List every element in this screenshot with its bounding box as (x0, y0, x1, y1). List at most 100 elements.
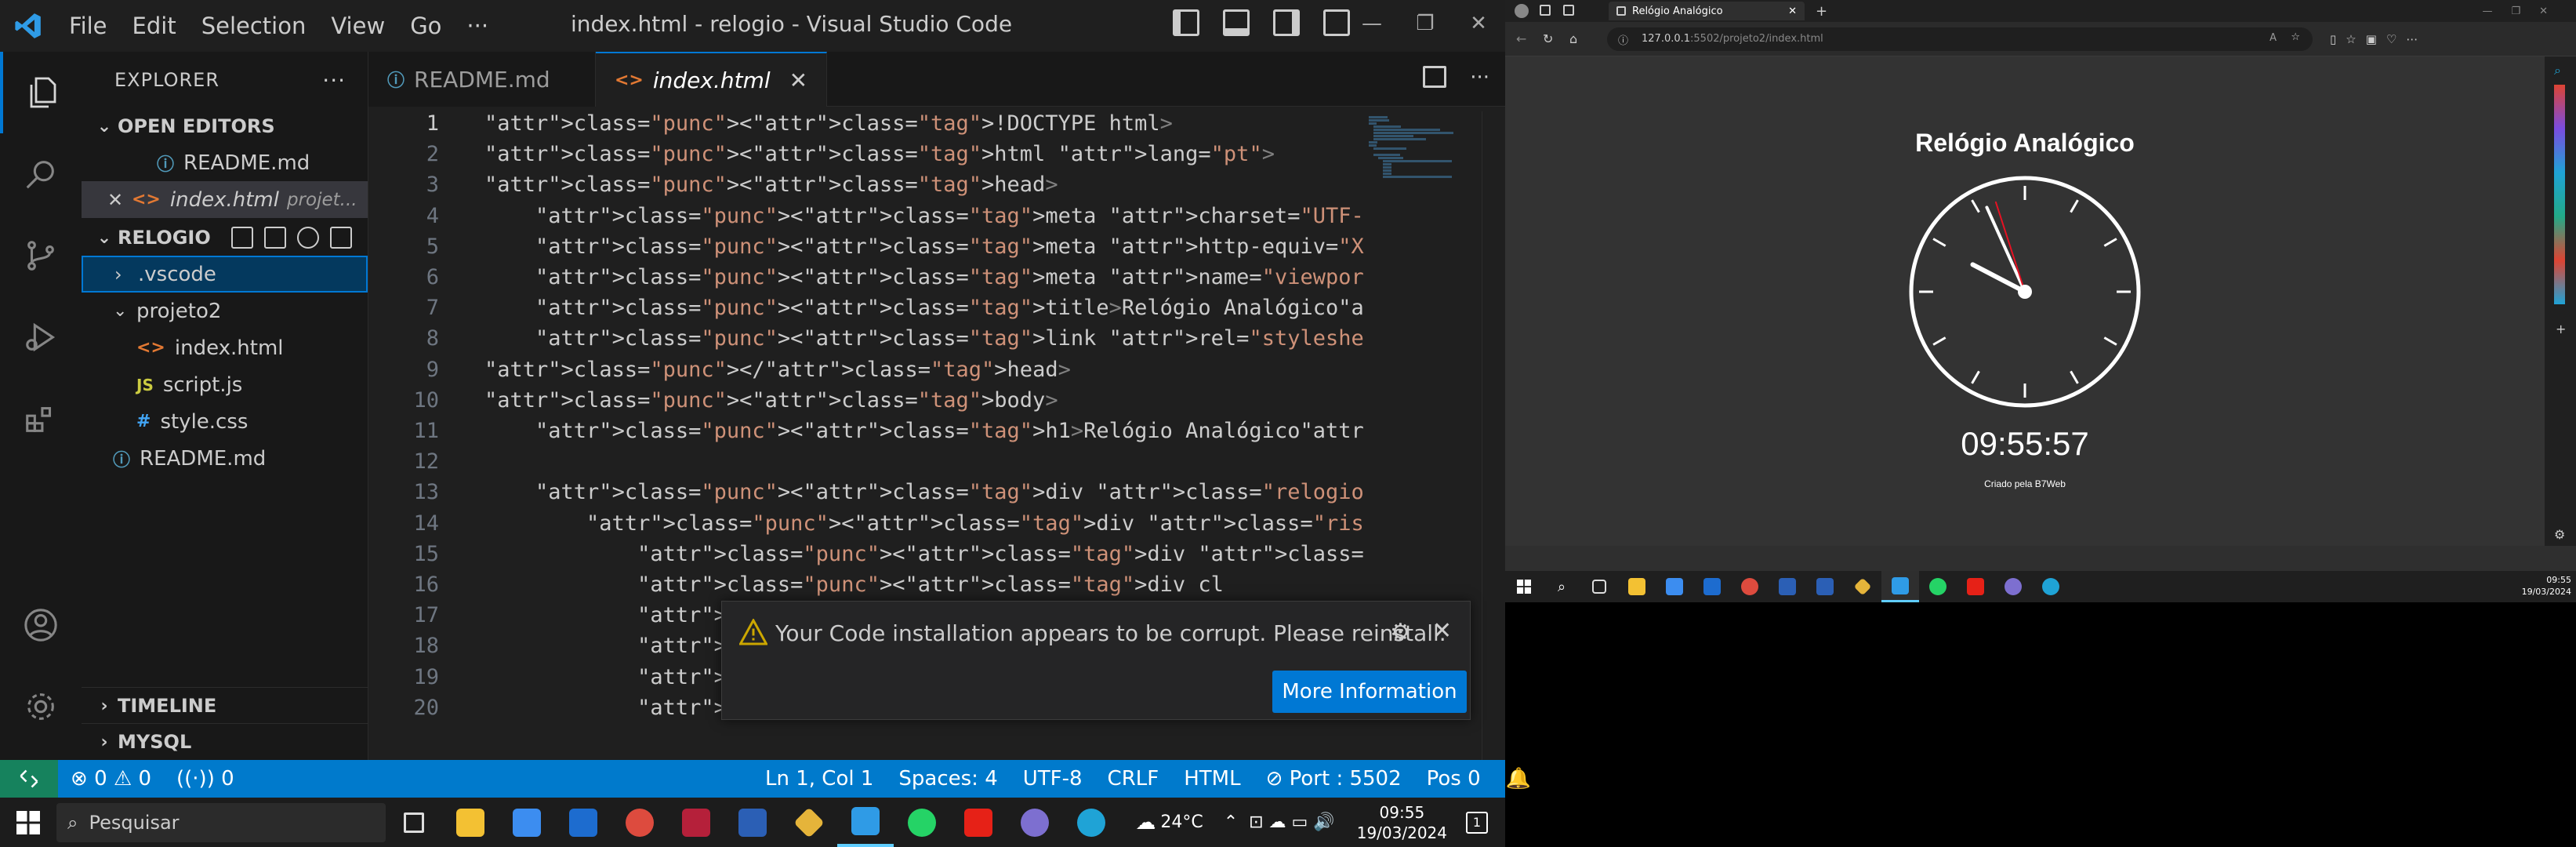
read-aloud-icon[interactable]: A (2269, 32, 2277, 44)
source-control-icon[interactable] (0, 215, 82, 296)
more-actions-icon[interactable]: ··· (1470, 66, 1489, 89)
task-view-icon[interactable] (1580, 571, 1618, 602)
new-tab-icon[interactable]: + (1816, 3, 1827, 20)
menu-more[interactable]: ··· (454, 13, 501, 39)
tree-item-readme[interactable]: ⓘ README.md (82, 440, 368, 477)
app-icon[interactable] (668, 798, 724, 847)
toggle-panel-icon[interactable] (1223, 9, 1250, 36)
vscode-taskbar-icon[interactable] (837, 798, 894, 847)
chevron-up-icon[interactable]: ⌃ (1224, 812, 1238, 832)
youtube-icon[interactable] (1957, 571, 1994, 602)
browser-window-controls[interactable]: —❐✕ (2482, 5, 2567, 17)
weather-temp[interactable]: 24°C (1160, 812, 1203, 832)
close-editor-icon[interactable]: ✕ (99, 189, 132, 211)
chrome-icon[interactable] (1731, 571, 1769, 602)
tree-item-index-html[interactable]: <> index.html (82, 329, 368, 366)
taskbar-clock[interactable]: 09:55 19/03/2024 (1343, 802, 1461, 843)
indentation[interactable]: Spaces: 4 (886, 767, 1010, 791)
notification-settings-gear-icon[interactable]: ⚙ (1390, 619, 1411, 646)
edge-icon[interactable] (1063, 798, 1119, 847)
workspaces-icon[interactable] (1540, 5, 1551, 16)
tree-item-style-css[interactable]: # style.css (82, 403, 368, 440)
editor-scrollbar[interactable] (1482, 111, 1504, 760)
accounts-icon[interactable] (0, 584, 82, 666)
tree-item-script-js[interactable]: JS script.js (82, 366, 368, 403)
collapse-all-icon[interactable] (330, 227, 352, 249)
live-server-port[interactable]: ⊘ Port : 5502 (1254, 767, 1414, 791)
timeline-section[interactable]: › TIMELINE (82, 688, 368, 724)
word-icon[interactable] (1806, 571, 1844, 602)
whatsapp-icon[interactable] (894, 798, 950, 847)
git-tool-icon[interactable] (1844, 571, 1881, 602)
notifications-bell-icon[interactable]: 🔔 (1493, 767, 1544, 791)
store-icon[interactable] (1656, 571, 1693, 602)
run-debug-icon[interactable] (0, 296, 82, 378)
windows-start-icon[interactable] (0, 810, 56, 834)
more-information-button[interactable]: More Information (1272, 671, 1467, 713)
manage-gear-icon[interactable] (0, 666, 82, 747)
close-window-icon[interactable]: ✕ (1452, 0, 1505, 52)
tree-item-projeto2[interactable]: ⌄ projeto2 (82, 293, 368, 329)
taskbar-search[interactable]: ⌕ Pesquisar (56, 802, 386, 842)
file-encoding[interactable]: UTF-8 (1010, 767, 1095, 791)
new-file-icon[interactable] (231, 227, 253, 249)
ports-indicator[interactable]: ((·)) 0 (164, 767, 247, 791)
task-view-icon[interactable] (386, 798, 442, 847)
app-icon[interactable] (1994, 571, 2032, 602)
vscode-taskbar-icon[interactable] (1881, 571, 1919, 602)
app-icon[interactable] (1007, 798, 1063, 847)
notification-close-icon[interactable]: ✕ (1432, 617, 1452, 645)
search-icon[interactable]: ⌕ (2554, 63, 2561, 78)
chrome-icon[interactable] (611, 798, 668, 847)
search-icon[interactable]: ⌕ (1543, 571, 1580, 602)
open-editor-index[interactable]: ✕ <> index.html projet... (82, 181, 368, 218)
search-icon[interactable] (0, 133, 82, 215)
git-tool-icon[interactable] (781, 798, 837, 847)
notification-center-icon[interactable]: 1 (1461, 811, 1505, 834)
edge-icon[interactable] (2032, 571, 2070, 602)
add-sidebar-app-icon[interactable]: + (2556, 322, 2566, 336)
cursor-position[interactable]: Ln 1, Col 1 (753, 767, 886, 791)
store-icon[interactable] (499, 798, 555, 847)
tab-index-html[interactable]: <> index.html ✕ (596, 52, 828, 107)
language-mode[interactable]: HTML (1171, 767, 1253, 791)
mail-icon[interactable] (1693, 571, 1731, 602)
home-icon[interactable]: ⌂ (1569, 31, 1577, 46)
sidebar-settings-gear-icon[interactable]: ⚙ (2554, 527, 2565, 542)
tab-actions-icon[interactable] (1563, 5, 1574, 16)
explorer-icon[interactable] (0, 52, 82, 133)
back-icon[interactable]: ← (1516, 31, 1526, 46)
address-bar[interactable]: ⓘ 127.0.0.1:5502/projeto2/index.html A ☆ (1607, 27, 2313, 51)
end-of-line[interactable]: CRLF (1095, 767, 1172, 791)
minimize-icon[interactable]: — (1345, 0, 1399, 52)
extensions-icon[interactable] (0, 378, 82, 460)
whatsapp-icon[interactable] (1919, 571, 1957, 602)
tree-item-vscode[interactable]: › .vscode (82, 256, 368, 293)
refresh-icon[interactable] (297, 227, 319, 249)
new-folder-icon[interactable] (264, 227, 286, 249)
mysql-section[interactable]: › MYSQL (82, 724, 368, 760)
restore-icon[interactable]: ❐ (1399, 0, 1452, 52)
pos-indicator[interactable]: Pos 0 (1414, 767, 1493, 791)
favorite-star-icon[interactable]: ☆ (2291, 31, 2300, 43)
open-editor-readme[interactable]: ⓘ README.md (82, 144, 368, 181)
menu-file[interactable]: File (56, 13, 120, 39)
profile-avatar[interactable] (1515, 4, 1529, 18)
menu-selection[interactable]: Selection (189, 13, 319, 39)
open-editors-section[interactable]: ⌄ OPEN EDITORS (82, 108, 368, 144)
file-explorer-icon[interactable] (1618, 571, 1656, 602)
split-editor-icon[interactable] (1423, 66, 1447, 88)
menu-edit[interactable]: Edit (120, 13, 189, 39)
mail-icon[interactable] (555, 798, 611, 847)
toggle-primary-sidebar-icon[interactable] (1173, 9, 1199, 36)
word-icon[interactable] (1769, 571, 1806, 602)
browser-extension-icons[interactable]: ▯☆▣♡⋯ (2330, 32, 2427, 46)
remote-indicator-icon[interactable] (0, 760, 58, 798)
tab-readme[interactable]: ⓘ README.md (368, 52, 596, 107)
youtube-icon[interactable] (950, 798, 1007, 847)
toggle-secondary-sidebar-icon[interactable] (1273, 9, 1300, 36)
site-info-icon[interactable]: ⓘ (1618, 32, 1628, 47)
close-tab-icon[interactable]: ✕ (789, 67, 807, 93)
menu-view[interactable]: View (318, 13, 397, 39)
refresh-icon[interactable]: ↻ (1543, 31, 1553, 46)
